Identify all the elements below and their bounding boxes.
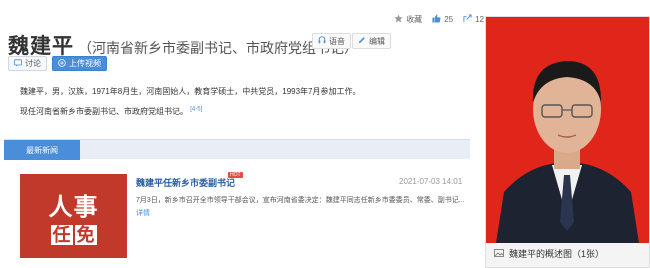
portrait-caption: 魏建平的概述图（1张） (494, 247, 604, 260)
reference-link[interactable]: [4-5] (190, 106, 202, 112)
news-section-bar: 最新新闻 (4, 139, 470, 160)
thumbnail-text-top: 人事 (48, 194, 99, 221)
intro-line-2-text: 现任河南省新乡市委副书记、市政府党组书记。 (20, 107, 188, 116)
plus-circle-icon (58, 58, 66, 69)
news-summary-text: 7月3日，新乡市召开全市领导干部会议，宣布河南省委决定：魏建平同志任新乡市委委员… (136, 197, 459, 204)
intro-line-1: 魏建平，男，汉族，1971年8月生，河南固始人，教育学硕士，中共党员，1993年… (20, 87, 361, 96)
chat-icon (14, 58, 22, 69)
news-thumbnail[interactable]: 人事 任 免 (20, 174, 127, 258)
upload-video-button[interactable]: 上传视频 (52, 56, 107, 71)
news-title-link[interactable]: 魏建平任新乡市委副书记 (136, 176, 235, 189)
collect-label: 收藏 (406, 15, 423, 24)
like-count: 25 (444, 15, 454, 24)
news-summary: 7月3日，新乡市召开全市领导干部会议，宣布河南省委决定：魏建平同志任新乡市委委员… (136, 194, 466, 220)
edit-button[interactable]: 编辑 (352, 33, 391, 49)
portrait-photo[interactable] (486, 17, 649, 243)
toolbar: 讨论 上传视频 (8, 56, 107, 71)
upload-video-label: 上传视频 (69, 59, 101, 68)
gallery-icon (494, 248, 504, 260)
collect-action[interactable]: 收藏 (394, 14, 422, 25)
share-icon (463, 14, 472, 25)
portrait-card[interactable]: 魏建平的概述图（1张） (485, 16, 650, 268)
share-count: 12 (475, 15, 484, 24)
tab-latest-news[interactable]: 最新新闻 (4, 140, 80, 160)
voice-label: 语音 (329, 36, 345, 46)
thumbnail-char-1: 任 (50, 225, 73, 245)
thumbnail-char-2: 免 (74, 225, 97, 245)
star-icon (394, 14, 403, 25)
portrait-figure (496, 61, 639, 243)
voice-button[interactable]: 语音 (312, 33, 351, 49)
share-action[interactable]: 12 (463, 14, 484, 25)
hot-badge: HOT (228, 172, 243, 178)
edit-label: 编辑 (369, 36, 385, 46)
discuss-button[interactable]: 讨论 (8, 56, 47, 71)
discuss-label: 讨论 (25, 59, 41, 68)
caption-text: 魏建平的概述图（1张） (509, 249, 605, 259)
pencil-icon (358, 36, 366, 46)
like-action[interactable]: 25 (432, 14, 453, 25)
headphones-icon (318, 36, 326, 46)
action-bar: 收藏 25 12 (394, 14, 484, 25)
thumbs-up-icon (432, 14, 441, 25)
intro-line-2: 现任河南省新乡市委副书记、市政府党组书记。 [4-5] (20, 106, 202, 117)
news-date: 2021-07-03 14:01 (399, 177, 463, 186)
thumbnail-text-bottom: 任 免 (50, 225, 97, 245)
